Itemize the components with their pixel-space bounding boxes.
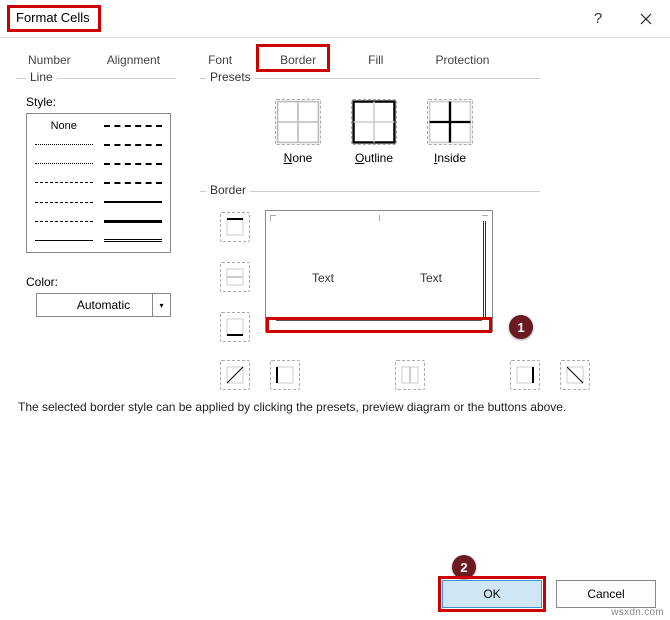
close-button[interactable] [622, 0, 670, 38]
window-title: Format Cells [16, 10, 90, 25]
watermark: wsxdn.com [611, 607, 664, 618]
style-option[interactable] [99, 116, 169, 135]
preset-none-label: None [284, 151, 313, 165]
border-diag-down-icon [565, 365, 585, 385]
tab-alignment[interactable]: Alignment [89, 46, 178, 76]
ok-button[interactable]: OK [442, 580, 542, 608]
border-diag-down-button[interactable] [560, 360, 590, 390]
preset-inside-icon [428, 100, 472, 144]
preset-outline-icon [352, 100, 396, 144]
color-label: Color: [26, 275, 176, 289]
border-right-icon [515, 365, 535, 385]
style-option[interactable] [29, 193, 99, 212]
style-option[interactable] [29, 154, 99, 173]
preview-right-border [483, 221, 486, 319]
border-left-icon [275, 365, 295, 385]
preset-outline-button[interactable] [351, 99, 397, 145]
callout-badge-1: 1 [509, 315, 533, 339]
color-value: Automatic [77, 298, 130, 312]
line-group: Line Style: None Color: [16, 78, 176, 317]
dialog-content: Line Style: None Color: [0, 76, 670, 96]
tab-fill[interactable]: Fill [334, 46, 417, 76]
style-option[interactable] [99, 135, 169, 154]
titlebar: Format Cells ? [0, 0, 670, 38]
border-top-icon [225, 217, 245, 237]
helper-text: The selected border style can be applied… [18, 400, 566, 414]
tab-protection[interactable]: Protection [417, 46, 507, 76]
style-option[interactable] [99, 173, 169, 192]
presets-group: Presets None Outline Inside [200, 78, 540, 165]
dialog-footer: OK Cancel [442, 580, 656, 608]
border-group: Border Text Text [200, 191, 540, 202]
border-middle-v-icon [400, 365, 420, 385]
style-option[interactable] [99, 231, 169, 250]
border-middle-v-button[interactable] [395, 360, 425, 390]
line-style-picker[interactable]: None [26, 113, 171, 253]
border-group-label: Border [206, 183, 250, 197]
border-top-button[interactable] [220, 212, 250, 242]
close-icon [640, 13, 652, 25]
border-bottom-button[interactable] [220, 312, 250, 342]
callout-badge-2: 2 [452, 555, 476, 579]
style-option[interactable] [29, 212, 99, 231]
cancel-button[interactable]: Cancel [556, 580, 656, 608]
line-group-label: Line [26, 70, 57, 84]
border-left-button[interactable] [270, 360, 300, 390]
color-dropdown[interactable]: Automatic ▾ [36, 293, 171, 317]
style-option[interactable] [99, 212, 169, 231]
preview-text: Text [420, 271, 442, 285]
border-preview[interactable]: Text Text [265, 210, 493, 332]
preset-outline-label: Outline [355, 151, 393, 165]
preset-inside-label: Inside [434, 151, 466, 165]
preset-inside-button[interactable] [427, 99, 473, 145]
style-option[interactable] [99, 193, 169, 212]
style-label: Style: [26, 95, 176, 109]
tab-strip: Number Alignment Font Border Fill Protec… [0, 38, 670, 76]
border-middle-h-icon [225, 267, 245, 287]
style-none[interactable]: None [29, 116, 99, 135]
border-diag-up-icon [225, 365, 245, 385]
border-right-button[interactable] [510, 360, 540, 390]
preview-text: Text [312, 271, 334, 285]
preset-none-button[interactable] [275, 99, 321, 145]
presets-group-label: Presets [206, 70, 255, 84]
tab-border[interactable]: Border [262, 46, 334, 76]
title-highlight: Format Cells [7, 5, 101, 32]
style-option[interactable] [29, 231, 99, 250]
style-option[interactable] [29, 173, 99, 192]
border-diag-up-button[interactable] [220, 360, 250, 390]
chevron-down-icon: ▾ [152, 294, 170, 316]
style-option[interactable] [29, 135, 99, 154]
preview-bottom-border [276, 320, 482, 321]
preset-none-icon [276, 100, 320, 144]
style-option[interactable] [99, 154, 169, 173]
border-bottom-icon [225, 317, 245, 337]
border-middle-h-button[interactable] [220, 262, 250, 292]
help-button[interactable]: ? [574, 0, 622, 38]
